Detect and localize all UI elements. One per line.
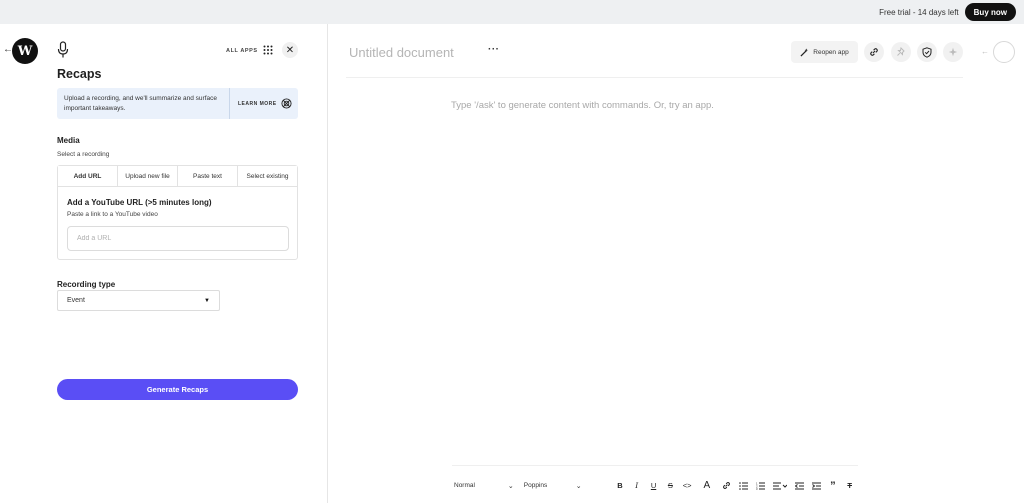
media-label: Media [57, 136, 80, 145]
collapse-arrow-icon[interactable]: ← [981, 47, 989, 56]
tab-paste-text[interactable]: Paste text [177, 166, 237, 186]
document-title[interactable]: Untitled document [349, 45, 454, 60]
media-sublabel: Select a recording [57, 151, 110, 158]
close-icon: ✕ [285, 44, 295, 56]
svg-text:3: 3 [756, 487, 758, 490]
shield-check-button[interactable] [917, 42, 937, 62]
tab-upload-new-file[interactable]: Upload new file [117, 166, 177, 186]
outdent-icon[interactable] [791, 482, 808, 490]
app-logo[interactable]: W [12, 38, 38, 64]
close-panel-button[interactable]: ✕ [282, 42, 298, 58]
recording-type-select[interactable]: Event ▼ [57, 290, 220, 311]
buy-now-button[interactable]: Buy now [964, 3, 1016, 21]
strikethrough-icon[interactable]: S [662, 481, 679, 490]
panel-title: Recaps [57, 67, 102, 81]
tab-add-url[interactable]: Add URL [58, 166, 117, 186]
font-family-value: Poppins [523, 482, 548, 489]
top-bar: Free trial - 14 days left Buy now [0, 0, 1024, 24]
trial-status-text: Free trial - 14 days left [879, 7, 959, 17]
ai-spark-button[interactable] [943, 42, 963, 62]
youtube-url-subtitle: Paste a link to a YouTube video [67, 211, 158, 218]
link-icon [870, 48, 878, 56]
info-text: Upload a recording, and we'll summarize … [64, 95, 217, 112]
pin-button[interactable] [891, 42, 911, 62]
caret-down-icon: ▼ [204, 297, 210, 304]
font-family-select[interactable]: Poppins ⌄ [524, 482, 582, 490]
link-icon[interactable] [718, 481, 735, 490]
apps-grid-icon[interactable] [263, 45, 273, 55]
reopen-app-label: Reopen app [813, 48, 849, 56]
document-placeholder[interactable]: Type '/ask' to generate content with com… [451, 100, 714, 111]
reopen-app-button[interactable]: Reopen app [791, 41, 858, 63]
magic-wand-icon [800, 47, 809, 57]
learn-more-label: LEARN MORE [238, 100, 277, 107]
target-icon [281, 98, 292, 109]
align-icon[interactable] [768, 482, 790, 490]
italic-icon[interactable]: I [628, 481, 645, 490]
indent-icon[interactable] [808, 482, 825, 490]
code-icon[interactable]: <> [679, 481, 696, 490]
url-input[interactable] [67, 226, 289, 251]
link-button[interactable] [864, 42, 884, 62]
tab-select-existing[interactable]: Select existing [237, 166, 297, 186]
clear-format-icon[interactable]: T [841, 481, 858, 490]
recording-type-label: Recording type [57, 280, 116, 289]
title-divider [346, 77, 963, 78]
shield-check-icon [922, 46, 932, 58]
formatting-toolbar: Normal ⌄ Poppins ⌄ B I U S <> A 123 ” T [452, 465, 858, 503]
more-options-icon[interactable]: ··· [488, 44, 500, 55]
learn-more-button[interactable]: LEARN MORE [230, 88, 292, 119]
all-apps-link[interactable]: ALL APPS [226, 48, 258, 54]
media-tabs: Add URL Upload new file Paste text Selec… [58, 166, 297, 187]
chevron-down-icon: ⌄ [507, 482, 514, 490]
numbered-list-icon[interactable]: 123 [752, 482, 769, 490]
paragraph-style-value: Normal [454, 482, 475, 489]
bullet-list-icon[interactable] [735, 481, 752, 490]
user-avatar[interactable] [993, 41, 1015, 63]
pin-icon [897, 47, 905, 56]
app-panel: ← W ALL APPS ✕ Recaps Upload a recording… [0, 24, 328, 503]
paragraph-style-select[interactable]: Normal ⌄ [454, 482, 514, 490]
media-card: Add URL Upload new file Paste text Selec… [57, 165, 298, 260]
microphone-icon [57, 41, 69, 58]
generate-recaps-button[interactable]: Generate Recaps [57, 379, 298, 400]
recording-type-value: Event [67, 297, 85, 304]
underline-icon[interactable]: U [645, 481, 662, 490]
bold-icon[interactable]: B [612, 481, 629, 490]
text-color-icon[interactable]: A [696, 480, 718, 491]
youtube-url-title: Add a YouTube URL (>5 minutes long) [67, 198, 212, 207]
sparkle-icon [948, 47, 958, 57]
quote-icon[interactable]: ” [824, 480, 841, 492]
info-banner: Upload a recording, and we'll summarize … [57, 88, 298, 119]
chevron-down-icon: ⌄ [575, 482, 582, 490]
